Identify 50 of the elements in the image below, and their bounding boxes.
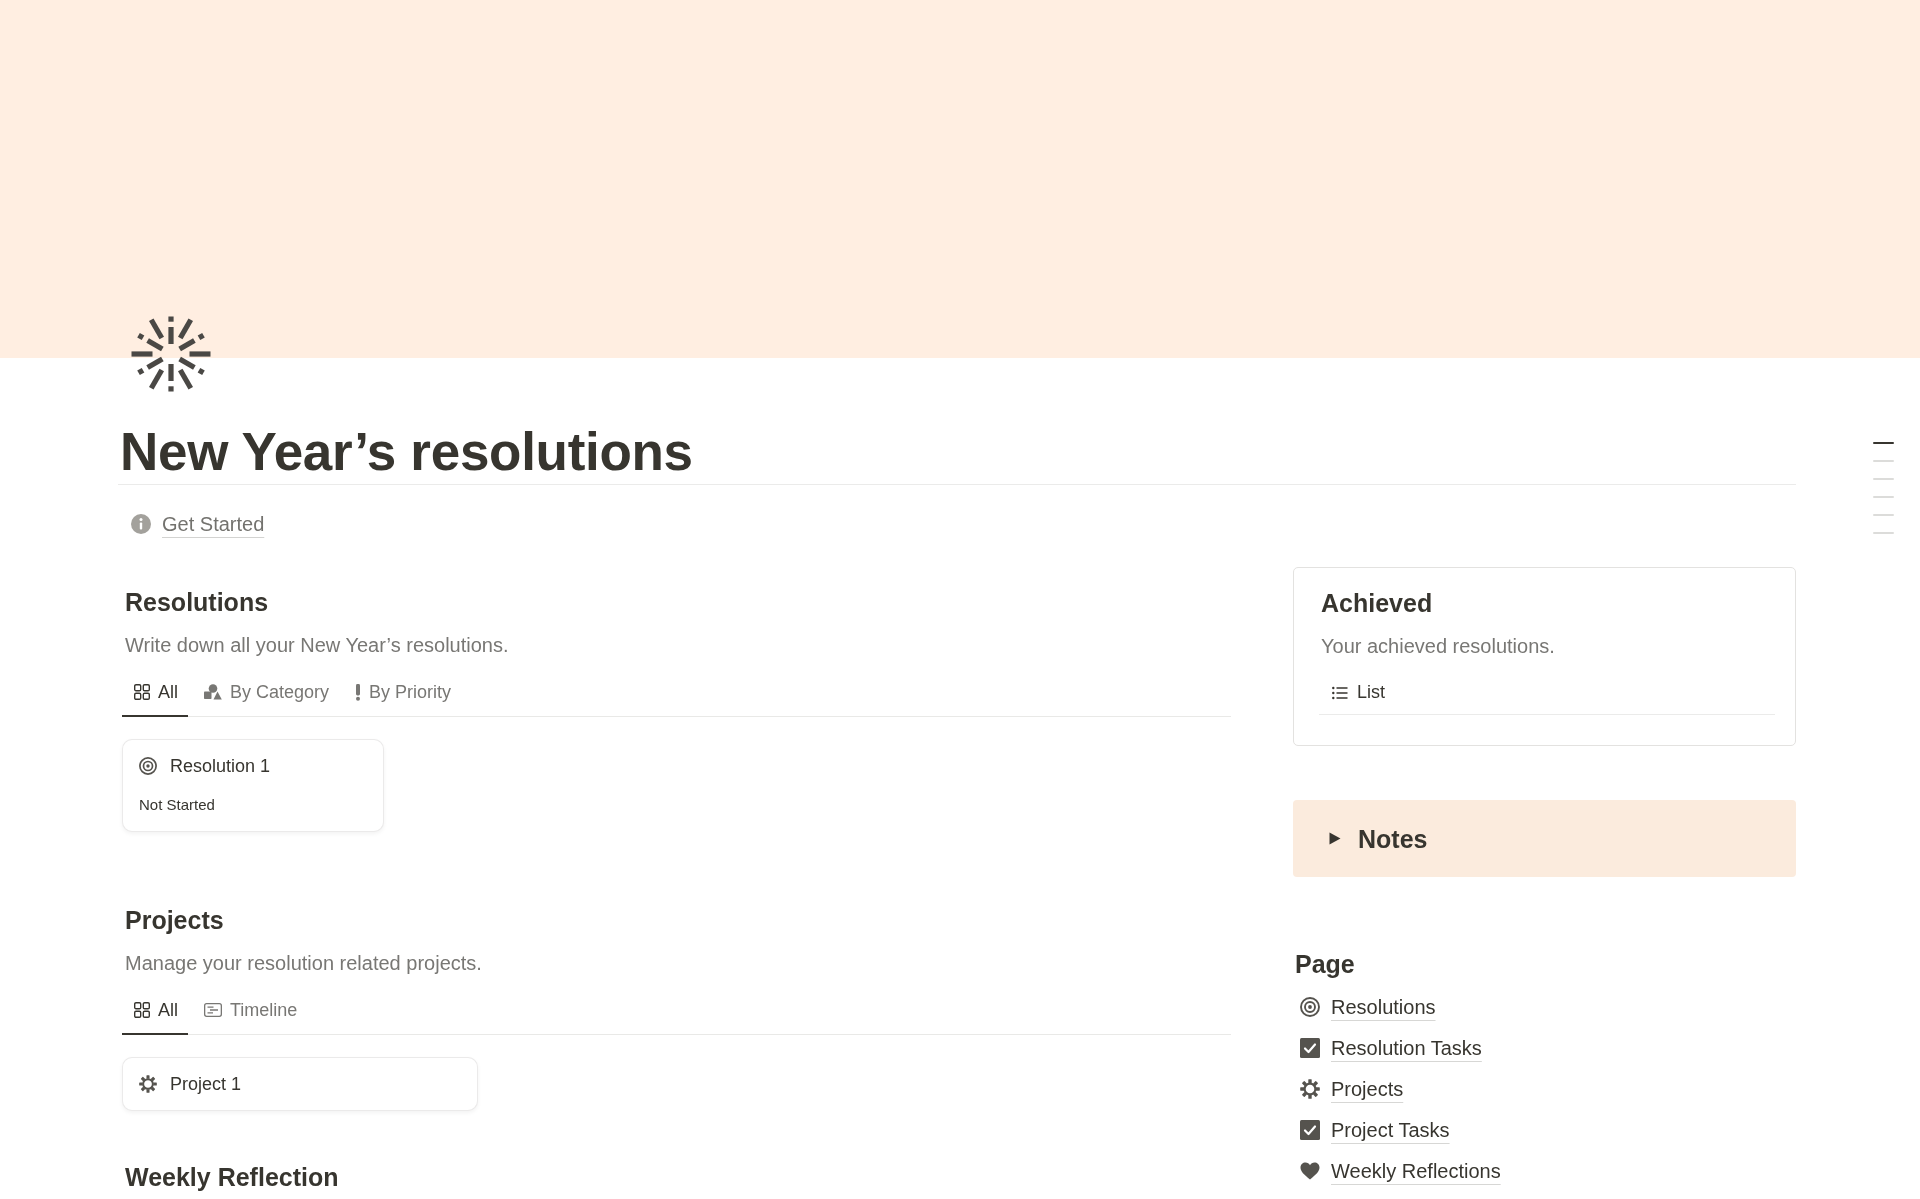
view-tab[interactable]: Timeline xyxy=(192,987,308,1035)
view-tab[interactable]: All xyxy=(122,669,188,717)
info-icon xyxy=(131,514,151,534)
list-icon xyxy=(1332,685,1348,700)
card-title: Resolution 1 xyxy=(170,755,271,778)
outline-marker[interactable] xyxy=(1873,514,1894,516)
outline-marker[interactable] xyxy=(1873,442,1894,444)
section-heading: Page xyxy=(1295,949,1355,980)
gear-icon xyxy=(1300,1078,1320,1099)
section-description: Your achieved resolutions. xyxy=(1321,634,1555,659)
section-heading: Projects xyxy=(124,905,224,936)
section-description: Manage your resolution related projects. xyxy=(124,951,482,976)
page-link[interactable]: Resolutions xyxy=(1295,986,1436,1027)
triangle-icon xyxy=(1329,832,1341,845)
checkbox-icon xyxy=(1300,1119,1320,1140)
view-tab[interactable]: By Priority xyxy=(343,669,462,717)
burst-icon xyxy=(131,314,211,394)
gallery-card[interactable]: Project 1 xyxy=(122,1057,478,1111)
grid-icon xyxy=(134,1002,150,1018)
grid-icon xyxy=(134,684,150,700)
outline-marker[interactable] xyxy=(1873,478,1894,480)
gear-icon xyxy=(139,1075,157,1093)
page-title: New Year’s resolutions xyxy=(120,421,694,483)
outline-marker[interactable] xyxy=(1873,460,1894,462)
heart-icon xyxy=(1300,1161,1320,1180)
outline-marker[interactable] xyxy=(1873,496,1894,498)
checkbox-icon xyxy=(1300,1037,1320,1058)
section-heading: Resolutions xyxy=(124,587,269,618)
view-tab[interactable]: By Category xyxy=(192,669,340,717)
exclamation-icon xyxy=(355,683,362,701)
toggle-button[interactable] xyxy=(1329,832,1341,845)
page-link[interactable]: Weekly Reflections xyxy=(1295,1150,1501,1191)
card-title: Project 1 xyxy=(170,1073,242,1096)
target-icon xyxy=(139,757,157,775)
section-description: Write down all your New Year’s resolutions. xyxy=(124,633,509,658)
page-link[interactable]: Project Tasks xyxy=(1295,1109,1450,1150)
page-link[interactable]: Get Started xyxy=(131,511,265,537)
status-text: Not Started xyxy=(139,795,215,815)
view-tab[interactable]: All xyxy=(122,987,188,1035)
target-icon xyxy=(1300,996,1320,1017)
gallery-card[interactable]: Resolution 1 Not Started xyxy=(122,739,384,832)
shapes-icon xyxy=(204,684,222,700)
section-heading: Weekly Reflection xyxy=(124,1162,339,1193)
timeline-icon xyxy=(204,1003,222,1017)
page-link[interactable]: Projects xyxy=(1295,1068,1404,1109)
section-heading: Achieved xyxy=(1321,588,1433,619)
toggle-heading: Notes xyxy=(1358,823,1428,855)
page-link[interactable]: Resolution Tasks xyxy=(1295,1027,1482,1068)
view-tab[interactable]: List xyxy=(1319,670,1393,715)
outline-marker[interactable] xyxy=(1873,532,1894,534)
